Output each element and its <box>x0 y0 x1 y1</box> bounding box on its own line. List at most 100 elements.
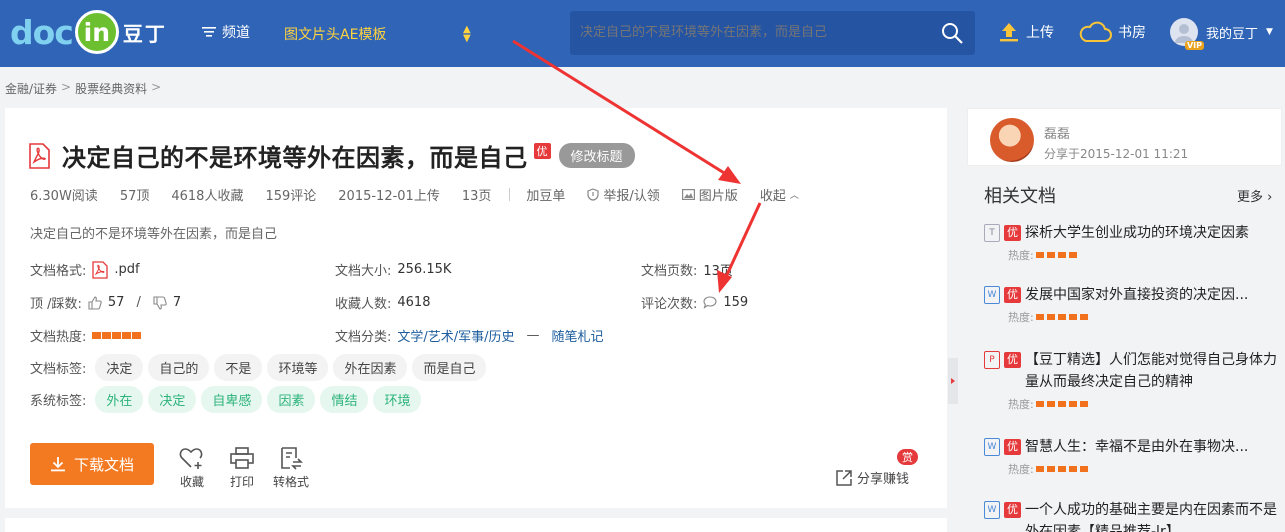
share-earn-button[interactable]: 分享赚钱 <box>835 468 909 487</box>
heat-block <box>1068 314 1077 320</box>
channel-menu[interactable]: 频道 <box>202 22 250 42</box>
sys-tag[interactable]: 因素 <box>267 386 316 413</box>
doc-tag[interactable]: 而是自己 <box>412 354 487 381</box>
related-item[interactable]: W 优 一个人成功的基础主要是内在因素而不是外在因素【精品推荐-lr】 <box>984 499 1279 532</box>
promo-template-link[interactable]: 图文片头AE模板 <box>284 24 386 44</box>
sys-tag[interactable]: 外在 <box>95 386 144 413</box>
category-label: 文档分类: <box>335 330 392 345</box>
pdf-file-icon <box>29 142 50 169</box>
collect-value: 4618 <box>397 295 431 310</box>
related-title[interactable]: 一个人成功的基础主要是内在因素而不是外在因素【精品推荐-lr】 <box>1025 499 1279 532</box>
page-count-label: 文档页数: <box>641 264 698 279</box>
sharer-avatar[interactable] <box>990 118 1034 162</box>
promo-switch-icon[interactable]: ▲ ▼ <box>463 25 471 44</box>
breadcrumb-separator: > <box>61 80 72 94</box>
download-icon <box>50 457 65 472</box>
report-link[interactable]: 举报/认领 <box>587 185 660 204</box>
heat-block <box>1068 252 1077 258</box>
sys-tag[interactable]: 自卑感 <box>201 386 263 413</box>
related-heat: 热度: <box>1008 461 1279 477</box>
bookshelf-label: 书房 <box>1118 25 1146 41</box>
docin-logo[interactable]: doc in 豆丁 <box>10 6 167 58</box>
reward-badge: 赏 <box>897 449 918 465</box>
heat-label: 热度: <box>1008 311 1034 324</box>
related-item[interactable]: T 优 探析大学生创业成功的环境决定因素 热度: <box>984 222 1279 263</box>
heat-block <box>1035 466 1044 472</box>
heat-block <box>1068 401 1077 407</box>
more-link[interactable]: 更多 › <box>1237 186 1272 205</box>
heat-block <box>102 332 112 339</box>
format-label: 文档格式: <box>30 264 87 279</box>
breadcrumb-stock[interactable]: 股票经典资料 <box>75 80 147 97</box>
print-label: 打印 <box>229 475 254 489</box>
doc-tag[interactable]: 外在因素 <box>333 354 408 381</box>
heat-label: 热度: <box>1008 463 1034 476</box>
heat-block <box>1079 314 1088 320</box>
down-value: 7 <box>172 295 182 310</box>
comment-count: 159评论 <box>265 189 317 204</box>
heat-block <box>1079 466 1088 472</box>
doc-tag[interactable]: 自己的 <box>148 354 210 381</box>
collect-button[interactable]: 收藏 <box>179 446 205 490</box>
search-input[interactable] <box>580 24 930 39</box>
document-info-card: 决定自己的不是环境等外在因素，而是自己 优 修改标题 6.30W阅读 57顶 4… <box>5 108 947 508</box>
related-title[interactable]: 探析大学生创业成功的环境决定因素 <box>1025 222 1249 244</box>
heat-block <box>1046 466 1055 472</box>
sharer-name[interactable]: 磊磊 <box>1044 123 1070 142</box>
user-menu[interactable]: VIP 我的豆丁 ▼ <box>1170 18 1273 50</box>
add-to-list-link[interactable]: 加豆单 <box>526 185 565 204</box>
doc-tag[interactable]: 不是 <box>214 354 263 381</box>
comment-bubble-icon[interactable] <box>703 296 717 309</box>
related-item[interactable]: P 优 【豆丁精选】人们怎能对觉得自己身体力量从而最终决定自己的精神 热度: <box>984 349 1279 412</box>
search-icon[interactable] <box>941 22 963 44</box>
download-button[interactable]: 下载文档 <box>30 443 154 485</box>
document-meta-row: 6.30W阅读 57顶 4618人收藏 159评论 2015-12-01上传 1… <box>30 185 821 204</box>
related-title[interactable]: 发展中国家对外直接投资的决定因... <box>1025 284 1248 306</box>
heat-block <box>1035 252 1044 258</box>
related-docs-title: 相关文档 <box>984 186 1056 207</box>
heat-block <box>1057 466 1066 472</box>
category-link-2[interactable]: 随笔札记 <box>552 326 604 345</box>
search-box <box>570 11 975 55</box>
related-title[interactable]: 【豆丁精选】人们怎能对觉得自己身体力量从而最终决定自己的精神 <box>1025 349 1279 393</box>
word-file-icon: W <box>984 438 1000 456</box>
collapse-toggle[interactable]: 收起 ︿ <box>760 185 799 204</box>
sidebar-toggle[interactable] <box>948 358 958 404</box>
vip-badge: VIP <box>1184 41 1204 50</box>
size-value: 256.15K <box>397 262 452 277</box>
quality-badge: 优 <box>1004 502 1021 518</box>
breadcrumb-finance[interactable]: 金融/证券 <box>5 80 57 97</box>
comment-info: 评论次数: 159 <box>641 293 748 312</box>
thumbs-down-icon[interactable] <box>153 295 167 310</box>
dropdown-caret-icon: ▼ <box>1266 27 1273 37</box>
quality-badge: 优 <box>1004 225 1021 241</box>
bookshelf-button[interactable]: 书房 <box>1078 21 1146 43</box>
heat-info: 文档热度: <box>30 326 142 345</box>
doc-tag[interactable]: 环境等 <box>267 354 329 381</box>
thumbs-up-icon[interactable] <box>88 295 102 310</box>
convert-format-button[interactable]: 转格式 <box>273 446 309 490</box>
sharer-card: 磊磊 分享于2015-12-01 11:21 <box>967 108 1282 166</box>
word-file-icon: W <box>984 286 1000 304</box>
edit-title-button[interactable]: 修改标题 <box>558 143 635 168</box>
sys-tag[interactable]: 决定 <box>148 386 197 413</box>
related-heat: 热度: <box>1008 309 1279 325</box>
related-item[interactable]: W 优 发展中国家对外直接投资的决定因... 热度: <box>984 284 1279 325</box>
sys-tag[interactable]: 情结 <box>320 386 369 413</box>
image-version-label: 图片版 <box>698 189 738 204</box>
user-label: 我的豆丁 <box>1206 26 1259 42</box>
sys-tag[interactable]: 环境 <box>373 386 422 413</box>
print-button[interactable]: 打印 <box>229 446 255 490</box>
sys-tags-label: 系统标签: <box>30 394 87 409</box>
collect-count: 4618人收藏 <box>171 189 244 204</box>
upload-button[interactable]: 上传 <box>998 21 1054 43</box>
doc-tag[interactable]: 决定 <box>95 354 144 381</box>
image-version-link[interactable]: 图片版 <box>681 185 738 204</box>
category-link-1[interactable]: 文学/艺术/军事/历史 <box>397 326 514 345</box>
caret-right-icon <box>951 378 955 384</box>
related-item[interactable]: W 优 智慧人生：幸福不是由外在事物决... 热度: <box>984 436 1279 477</box>
heat-block <box>1035 401 1044 407</box>
related-title[interactable]: 智慧人生：幸福不是由外在事物决... <box>1025 436 1248 458</box>
format-value: .pdf <box>114 262 140 277</box>
format-info: 文档格式: .pdf <box>30 260 140 279</box>
